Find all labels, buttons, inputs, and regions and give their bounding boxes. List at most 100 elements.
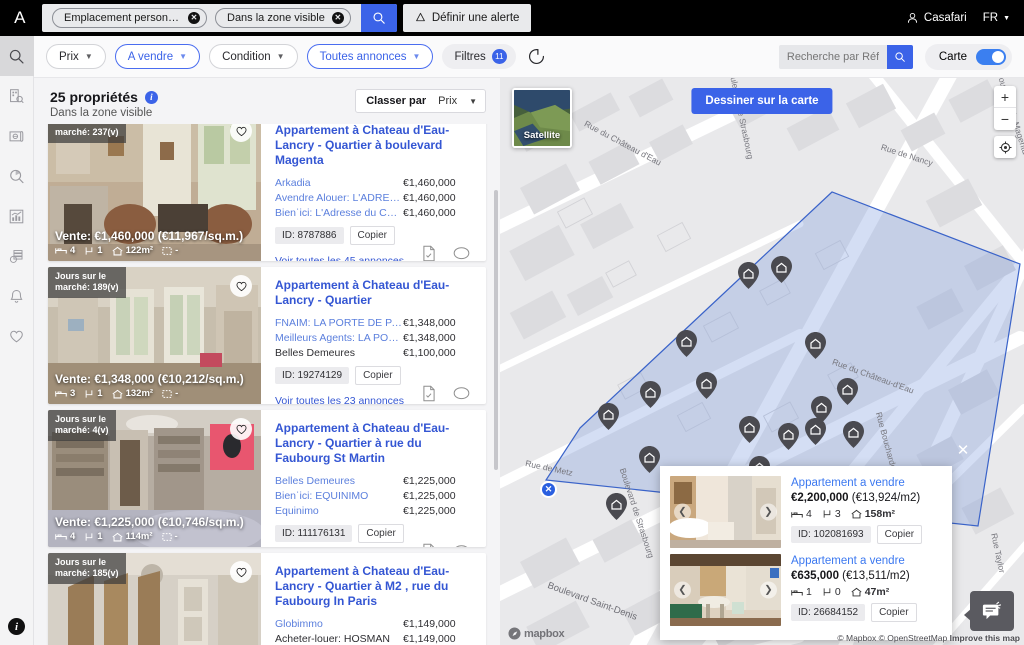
popup-thumbnail[interactable]: ❮ ❯: [670, 476, 781, 548]
language-selector[interactable]: FR ▼: [983, 12, 1010, 24]
agent-name[interactable]: Globimmo: [275, 617, 403, 632]
popup-title[interactable]: Appartement a vendre: [791, 555, 940, 567]
comment-icon[interactable]: [453, 544, 470, 547]
popup-thumbnail[interactable]: ❮ ❯: [670, 554, 781, 626]
favourite-button[interactable]: [230, 275, 252, 297]
reset-filters-button[interactable]: [527, 47, 546, 66]
listing-card[interactable]: Jours sur le marché: 189(v) Vente: €1,34…: [48, 267, 486, 404]
search-submit-button[interactable]: [360, 4, 397, 32]
map-pin[interactable]: [805, 332, 826, 364]
popup-close-button[interactable]: ✕: [954, 442, 972, 460]
map-panel[interactable]: Rue du Château d'Eau Boulevard de Strasb…: [500, 78, 1024, 645]
view-all-ads-link[interactable]: Voir toutes les 23 annonces: [275, 395, 404, 404]
listing-card[interactable]: Jours sur le marché: 185(v) Appartement …: [48, 553, 486, 645]
map-pin[interactable]: [739, 416, 760, 448]
map-pin[interactable]: [771, 256, 792, 288]
satellite-toggle[interactable]: Satellite: [512, 88, 572, 148]
app-logo[interactable]: A: [0, 0, 40, 36]
map-pin[interactable]: [598, 403, 619, 435]
prev-photo-button[interactable]: ❮: [674, 581, 691, 599]
set-alert-button[interactable]: Définir une alerte: [402, 4, 532, 32]
listing-thumbnail[interactable]: Jours sur le marché: 237(v) Vente: €1,46…: [48, 124, 261, 261]
listing-thumbnail[interactable]: Jours sur le marché: 189(v) Vente: €1,34…: [48, 267, 261, 404]
reference-search-button[interactable]: [886, 44, 913, 69]
toggle-switch[interactable]: [976, 48, 1006, 65]
compare-doc-icon[interactable]: [421, 245, 437, 261]
comment-icon[interactable]: [453, 246, 470, 262]
prev-photo-button[interactable]: ❮: [674, 503, 691, 521]
popup-listing-item[interactable]: ❮ ❯ Appartement a vendre €635,000 (€13,5…: [670, 554, 940, 626]
popup-listing-item[interactable]: ❮ ❯ Appartement a vendre €2,200,000 (€13…: [670, 476, 940, 548]
sidebar-item-statistics[interactable]: [0, 196, 34, 236]
results-list[interactable]: Jours sur le marché: 237(v) Vente: €1,46…: [34, 124, 500, 645]
info-icon[interactable]: i: [144, 90, 158, 104]
map-pin[interactable]: [811, 396, 832, 428]
listing-title[interactable]: Appartement à Chateau d'Eau-Lancry - Qua…: [275, 564, 474, 609]
results-scrollbar[interactable]: [494, 190, 498, 470]
compare-doc-icon[interactable]: [421, 543, 437, 547]
copy-id-button[interactable]: Copier: [349, 226, 395, 245]
favourite-button[interactable]: [230, 561, 252, 583]
draw-on-map-button[interactable]: Dessiner sur la carte: [691, 88, 833, 114]
copy-id-button[interactable]: Copier: [876, 525, 923, 544]
compare-doc-icon[interactable]: [421, 385, 437, 404]
agent-name[interactable]: Equinimo: [275, 504, 403, 519]
improve-map-link[interactable]: Improve this map: [950, 633, 1020, 643]
map-pin[interactable]: [606, 493, 627, 525]
close-icon[interactable]: ✕: [331, 12, 344, 24]
favourite-button[interactable]: [230, 418, 252, 440]
copy-id-button[interactable]: Copier: [871, 603, 917, 622]
polygon-vertex-handle[interactable]: ✕: [540, 481, 557, 498]
map-pin[interactable]: [696, 372, 717, 404]
chat-support-button[interactable]: [964, 591, 1014, 631]
sidebar-item-favourites[interactable]: [0, 316, 34, 356]
filter-chip-all-listings[interactable]: Toutes annonces ▼: [306, 44, 434, 69]
close-icon[interactable]: ✕: [188, 12, 200, 24]
copy-id-button[interactable]: Copier: [355, 366, 401, 385]
listing-title[interactable]: Appartement à Chateau d'Eau-Lancry - Qua…: [275, 124, 474, 168]
copy-id-button[interactable]: Copier: [358, 524, 404, 543]
sidebar-item-valuations[interactable]: [0, 236, 34, 276]
agent-name[interactable]: Avendre Alouer: L'ADRESSE …: [275, 191, 403, 206]
filters-button[interactable]: Filtres 11: [442, 44, 516, 69]
listing-title[interactable]: Appartement à Chateau d'Eau-Lancry - Qua…: [275, 278, 474, 308]
sidebar-item-market-analysis[interactable]: [0, 156, 34, 196]
agent-name[interactable]: FNAIM: LA PORTE DE PARIS: [275, 316, 403, 331]
agent-name[interactable]: Bienˈici: EQUINIMO: [275, 489, 403, 504]
map-pin[interactable]: [676, 330, 697, 362]
account-menu[interactable]: Casafari: [907, 12, 967, 24]
view-all-ads-link[interactable]: Voir toutes les 45 annonces: [275, 255, 404, 261]
search-input[interactable]: [778, 44, 887, 69]
popup-title[interactable]: Appartement a vendre: [791, 477, 940, 489]
listing-thumbnail[interactable]: Jours sur le marché: 185(v): [48, 553, 261, 645]
sidebar-item-market-report[interactable]: [0, 116, 34, 156]
info-icon[interactable]: i: [8, 618, 25, 635]
map-pin[interactable]: [837, 378, 858, 410]
sidebar-item-property-search[interactable]: [0, 76, 34, 116]
listing-thumbnail[interactable]: Jours sur le marché: 4(v) Vente: €1,225,…: [48, 410, 261, 547]
map-pin[interactable]: [640, 381, 661, 413]
map-toggle[interactable]: Carte: [924, 43, 1012, 70]
agent-name[interactable]: Arkadia: [275, 176, 403, 191]
filter-chip-price[interactable]: Prix ▼: [46, 44, 106, 69]
geolocate-button[interactable]: [994, 136, 1016, 158]
agent-name[interactable]: Meilleurs Agents: LA PORTE…: [275, 331, 403, 346]
comment-icon[interactable]: [453, 386, 470, 405]
agent-name[interactable]: Bienˈici: L'Adresse du Canal: [275, 206, 403, 221]
next-photo-button[interactable]: ❯: [760, 503, 777, 521]
map-pin[interactable]: [843, 421, 864, 453]
sort-dropdown[interactable]: Classer par Prix ▼: [355, 89, 486, 113]
map-pin[interactable]: [738, 262, 759, 294]
search-chip-location[interactable]: Emplacement personna … ✕: [52, 8, 207, 28]
zoom-out-button[interactable]: −: [994, 108, 1016, 130]
mapbox-logo[interactable]: mapbox: [508, 627, 565, 640]
filter-chip-condition[interactable]: Condition ▼: [209, 44, 298, 69]
map-pin[interactable]: [778, 423, 799, 455]
sidebar-item-alerts[interactable]: [0, 276, 34, 316]
zoom-in-button[interactable]: +: [994, 86, 1016, 108]
search-chip-visible-area[interactable]: Dans la zone visible ✕: [215, 8, 351, 28]
listing-card[interactable]: Jours sur le marché: 237(v) Vente: €1,46…: [48, 124, 486, 261]
filter-chip-for-sale[interactable]: A vendre ▼: [114, 44, 201, 69]
map-pin[interactable]: [639, 446, 660, 478]
sidebar-item-search[interactable]: [0, 36, 34, 76]
